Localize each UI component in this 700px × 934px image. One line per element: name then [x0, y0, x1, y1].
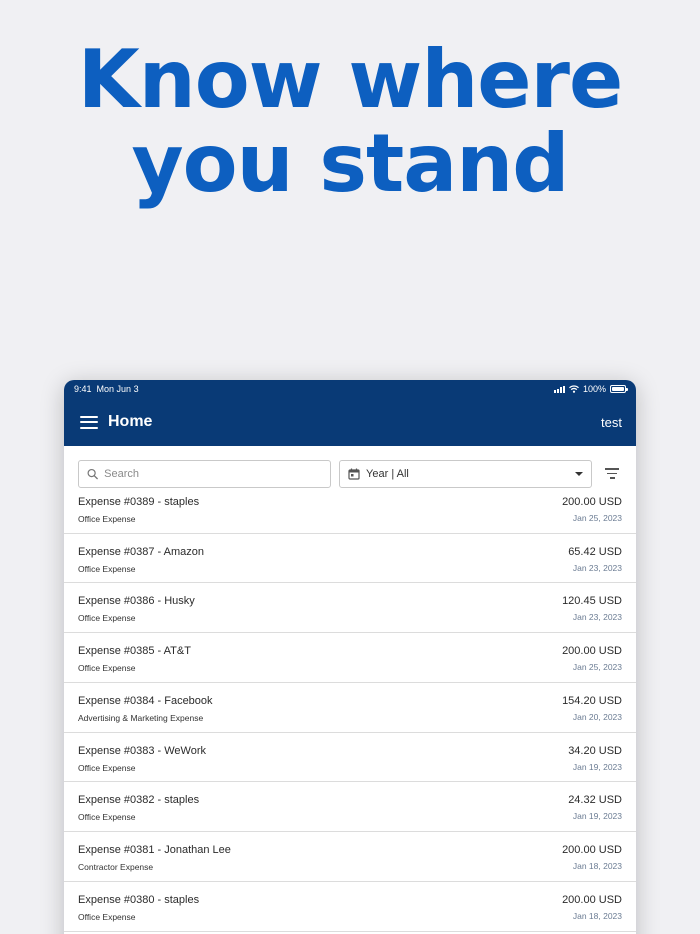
status-indicators: 100%: [553, 384, 628, 394]
expense-date: Jan 19, 2023: [572, 811, 622, 822]
expense-amount: 65.42 USD: [568, 545, 622, 558]
signal-icon: [553, 385, 565, 393]
expense-category: Contractor Expense: [78, 862, 154, 873]
list-controls: Year | All: [64, 446, 636, 492]
search-input[interactable]: [104, 467, 323, 480]
expense-date: Jan 18, 2023: [572, 861, 622, 872]
expense-amount: 200.00 USD: [562, 844, 622, 857]
expense-date: Jan 19, 2023: [572, 761, 622, 772]
headline: Know where you stand: [0, 38, 700, 206]
page-title: Home: [108, 413, 153, 430]
expense-date: Jan 25, 2023: [572, 513, 622, 523]
expense-title: Expense #0386 - Husky: [78, 595, 195, 608]
expense-category: Office Expense: [78, 613, 136, 624]
calendar-icon: [348, 468, 360, 480]
expense-category: Office Expense: [78, 563, 136, 574]
headline-line-1: Know where: [77, 33, 624, 126]
expense-date: Jan 25, 2023: [572, 662, 622, 673]
expense-amount: 24.32 USD: [568, 794, 622, 807]
expense-category: Office Expense: [78, 812, 136, 823]
expense-title: Expense #0381 - Jonathan Lee: [78, 844, 231, 857]
expense-row[interactable]: Expense #0382 - staples Office Expense 24.…: [64, 782, 636, 833]
expense-title: Expense #0389 - staples: [78, 496, 200, 508]
period-select[interactable]: Year | All: [339, 459, 593, 488]
expense-row[interactable]: Expense #0386 - Husky Office Expense 120.4…: [64, 583, 636, 634]
menu-icon[interactable]: [80, 415, 98, 429]
expense-category: Office Expense: [78, 514, 136, 524]
expense-amount: 200.00 USD: [562, 496, 622, 508]
tablet-screen: 9:41 Mon Jun 3 100% Home test Search Yea…: [64, 380, 636, 934]
expense-row[interactable]: Expense #0383 - WeWork Office Expense 34.2…: [64, 733, 636, 783]
status-time: 9:41: [74, 384, 92, 394]
expense-title: Expense #0383 - WeWork: [78, 744, 206, 757]
headline-line-2: you stand: [131, 117, 570, 210]
expense-list: Expense #0389 - staples Office Expense 200…: [64, 492, 636, 932]
expense-title: Expense #0385 - AT&T: [78, 645, 191, 658]
wifi-icon: [569, 385, 579, 393]
filter-icon[interactable]: [602, 464, 622, 484]
status-time-date: 9:41 Mon Jun 3: [74, 384, 139, 394]
status-bar: 9:41 Mon Jun 3 100%: [64, 380, 636, 398]
expense-row[interactable]: Expense #0389 - staples Office Expense 200…: [64, 492, 636, 534]
expense-title: Expense #0387 - Amazon: [78, 545, 204, 558]
expense-title: Expense #0384 - Facebook: [78, 694, 213, 707]
expense-date: Jan 23, 2023: [572, 562, 622, 573]
period-select-value: Year | All: [366, 467, 409, 480]
expense-category: Office Expense: [78, 912, 136, 923]
expense-title: Expense #0380 - staples: [78, 894, 200, 907]
expense-title: Expense #0382 - staples: [78, 794, 200, 807]
status-date: Mon Jun 3: [96, 384, 139, 394]
search-icon: [87, 468, 98, 479]
expense-row[interactable]: Expense #0381 - Jonathan Lee Contractor E…: [64, 832, 636, 883]
search-box[interactable]: [78, 459, 332, 488]
expense-date: Jan 20, 2023: [572, 711, 622, 722]
battery-icon: [610, 385, 628, 393]
expense-amount: 154.20 USD: [562, 694, 622, 707]
battery-percent: 100%: [582, 384, 606, 394]
expense-row[interactable]: Expense #0380 - staples Office Expense 200…: [64, 882, 636, 932]
expense-date: Jan 23, 2023: [572, 612, 622, 623]
app-bar: Home test: [64, 398, 636, 446]
expense-row[interactable]: Expense #0387 - Amazon Office Expense 65.4…: [64, 534, 636, 584]
app-bar-left: Home: [80, 413, 152, 431]
expense-category: Advertising & Marketing Expense: [78, 712, 204, 723]
expense-row[interactable]: Expense #0385 - AT&T Office Expense 200.00…: [64, 633, 636, 683]
expense-amount: 200.00 USD: [562, 645, 622, 658]
chevron-down-icon: [575, 471, 584, 476]
user-name[interactable]: test: [601, 415, 622, 430]
expense-category: Office Expense: [78, 663, 136, 674]
expense-amount: 120.45 USD: [562, 595, 622, 608]
expense-amount: 200.00 USD: [562, 894, 622, 907]
expense-row[interactable]: Expense #0384 - Facebook Advertising & Ma…: [64, 683, 636, 733]
expense-date: Jan 18, 2023: [572, 911, 622, 922]
expense-amount: 34.20 USD: [568, 744, 622, 757]
expense-category: Office Expense: [78, 762, 136, 773]
